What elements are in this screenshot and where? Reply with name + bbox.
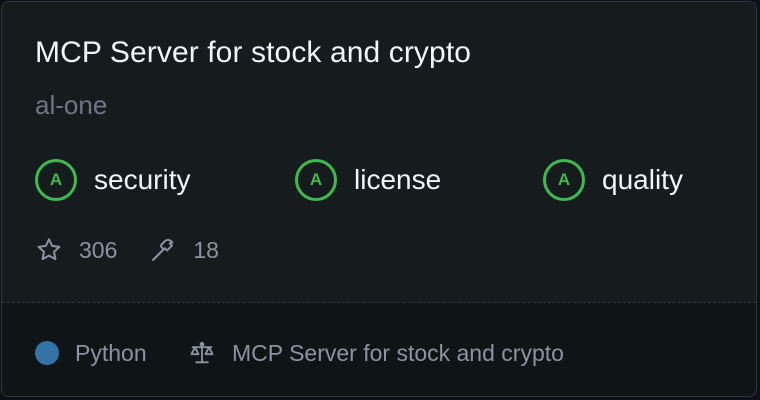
license-grade: A bbox=[295, 159, 337, 201]
stars-stat: 306 bbox=[35, 236, 117, 264]
license-label: license bbox=[354, 164, 442, 195]
stats-row: 306 18 bbox=[35, 232, 251, 268]
security-label: security bbox=[94, 164, 191, 195]
star-icon bbox=[37, 238, 61, 261]
quality-badge: A quality bbox=[543, 156, 683, 204]
server-card[interactable]: MCP Server for stock and crypto al-one A… bbox=[1, 1, 757, 397]
quality-grade: A bbox=[543, 159, 585, 201]
license-text: MCP Server for stock and crypto bbox=[232, 339, 564, 366]
stars-count: 306 bbox=[79, 236, 118, 263]
language-color-dot bbox=[35, 341, 59, 365]
hammer-icon bbox=[152, 238, 174, 261]
security-grade: A bbox=[35, 159, 77, 201]
card-title[interactable]: MCP Server for stock and crypto bbox=[35, 36, 471, 70]
security-badge: A security bbox=[35, 156, 190, 204]
quality-label: quality bbox=[602, 164, 683, 195]
license-info: MCP Server for stock and crypto bbox=[188, 337, 564, 369]
forks-count: 18 bbox=[193, 236, 219, 263]
card-owner[interactable]: al-one bbox=[35, 90, 107, 121]
license-badge: A license bbox=[295, 156, 441, 204]
language-info: Python bbox=[35, 337, 147, 369]
scale-icon bbox=[190, 341, 214, 364]
forks-stat: 18 bbox=[149, 236, 219, 264]
language-label: Python bbox=[75, 339, 147, 366]
